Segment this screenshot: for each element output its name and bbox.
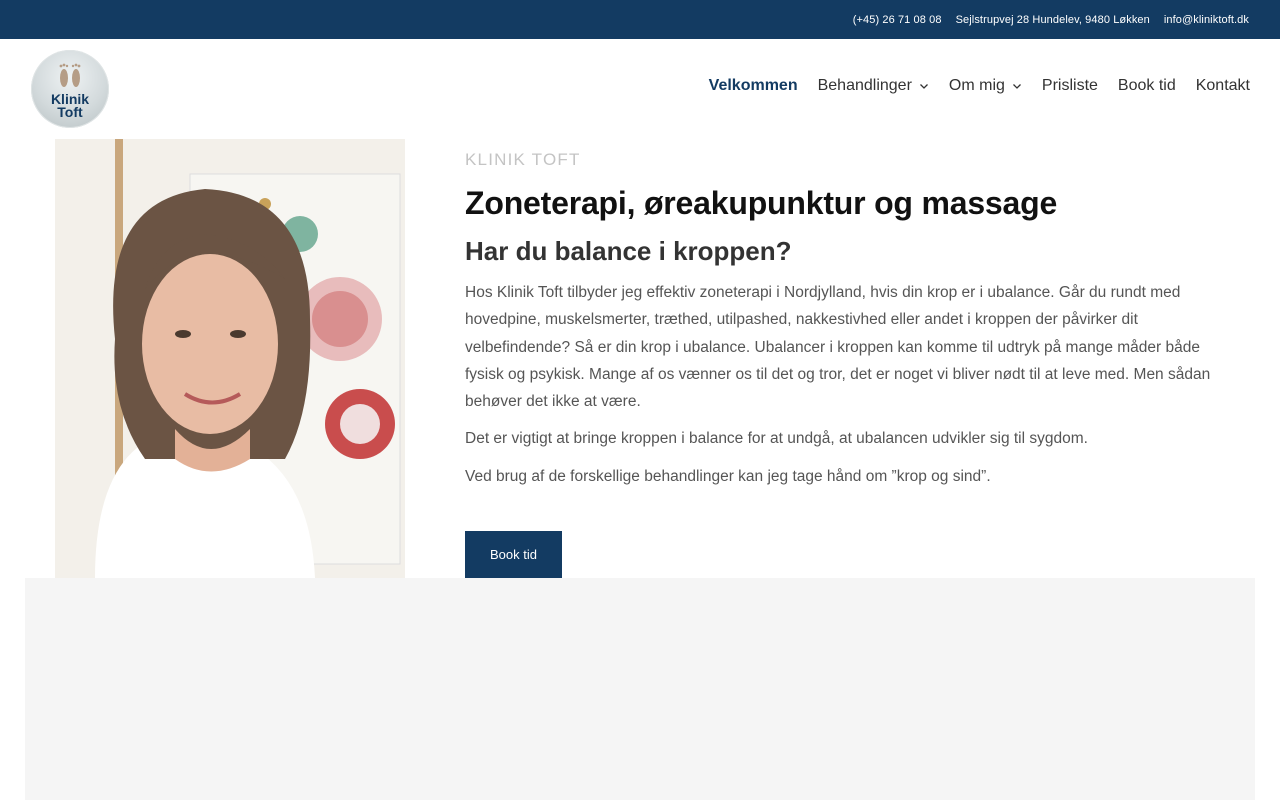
- nav-label: Kontakt: [1195, 77, 1250, 94]
- site-logo[interactable]: Klinik Toft: [31, 50, 109, 128]
- phone-link[interactable]: (+45) 26 71 08 08: [853, 14, 942, 26]
- nav-item-prisliste[interactable]: Prisliste: [1042, 77, 1098, 95]
- nav-item-velkommen[interactable]: Velkommen: [709, 77, 798, 95]
- chevron-down-icon: [919, 84, 928, 89]
- intro-paragraph: Hos Klinik Toft tilbyder jeg effektiv zo…: [465, 284, 1211, 411]
- chevron-down-icon: [1012, 84, 1021, 89]
- main-nav: Velkommen Behandlinger Om mig Prisliste …: [709, 77, 1250, 95]
- therapist-photo: [55, 139, 405, 578]
- gray-section: [25, 578, 1255, 800]
- treatment-paragraph: Ved brug af de forskellige behandlinger …: [465, 468, 991, 486]
- portrait-image: [55, 139, 405, 578]
- nav-label: Behandlinger: [817, 77, 912, 94]
- nav-label: Prisliste: [1041, 77, 1098, 94]
- nav-label: Om mig: [948, 77, 1005, 94]
- eyebrow-label: KLINIK TOFT: [465, 150, 581, 169]
- logo-text: Klinik Toft: [31, 92, 109, 120]
- intro-section: KLINIK TOFT Zoneterapi, øreakupunktur og…: [465, 150, 1235, 491]
- top-contact-bar: (+45) 26 71 08 08 Sejlstrupvej 28 Hundel…: [0, 0, 1280, 39]
- page-title: Zoneterapi, øreakupunktur og massage: [465, 185, 1058, 221]
- site-header: Klinik Toft Velkommen Behandlinger Om mi…: [0, 39, 1280, 139]
- balance-paragraph: Det er vigtigt at bringe kroppen i balan…: [465, 430, 1088, 448]
- nav-label: Velkommen: [708, 77, 798, 94]
- nav-item-kontakt[interactable]: Kontakt: [1196, 77, 1250, 95]
- nav-item-behandlinger[interactable]: Behandlinger: [818, 77, 929, 95]
- logo-line-2: Toft: [57, 104, 83, 120]
- address-link[interactable]: Sejlstrupvej 28 Hundelev, 9480 Løkken: [956, 14, 1150, 26]
- feet-icon: [59, 63, 81, 87]
- nav-item-om-mig[interactable]: Om mig: [949, 77, 1022, 95]
- book-tid-button[interactable]: Book tid: [465, 531, 562, 578]
- nav-label: Book tid: [1117, 77, 1176, 94]
- page-subtitle: Har du balance i kroppen?: [465, 236, 792, 266]
- email-link[interactable]: info@kliniktoft.dk: [1164, 14, 1249, 26]
- nav-item-book-tid[interactable]: Book tid: [1118, 77, 1176, 95]
